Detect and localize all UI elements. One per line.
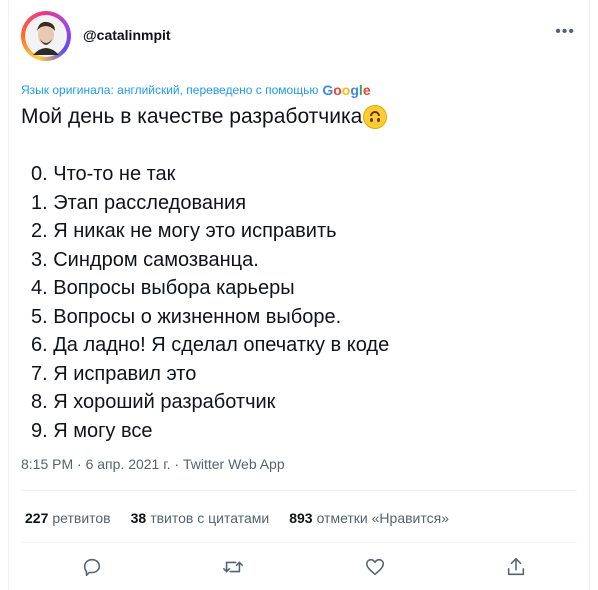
share-icon <box>507 557 525 576</box>
retweets-stat[interactable]: 227 ретвитов <box>25 510 111 526</box>
list-item: 3. Синдром самозванца. <box>31 248 259 271</box>
more-options-icon[interactable]: ••• <box>555 23 575 41</box>
list-item: 2. Я никак не могу это исправить <box>31 220 337 242</box>
retweet-button[interactable] <box>222 556 246 580</box>
tweet-list: 0. Что-то не так 1. Этап расследования 2… <box>31 160 389 445</box>
tweet-actions <box>9 556 589 580</box>
translation-note[interactable]: Язык оригинала: английский, переведено с… <box>21 82 371 98</box>
share-button[interactable] <box>505 556 529 580</box>
reply-icon <box>83 558 101 577</box>
tweet-stats: 227 ретвитов 38 твитов с цитатами 893 отмет… <box>25 510 449 526</box>
tweet-title: Мой день в качестве разработчика <box>21 104 388 130</box>
divider <box>21 490 577 491</box>
quotes-stat[interactable]: 38 твитов с цитатами <box>131 510 270 526</box>
tweet-card: @catalinmpit ••• Язык оригинала: английс… <box>8 0 590 590</box>
list-item: 9. Я могу все <box>31 419 153 442</box>
likes-stat[interactable]: 893 отметки «Нравится» <box>289 510 449 526</box>
retweets-count: 227 <box>25 510 49 526</box>
username[interactable]: @catalinmpit <box>83 27 171 43</box>
likes-label: отметки «Нравится» <box>316 510 449 526</box>
like-icon <box>365 558 385 576</box>
list-item: 6. Да ладно! Я сделал опечатку в коде <box>31 334 390 356</box>
list-item: 8. Я хороший разработчик <box>31 391 276 413</box>
retweet-icon <box>223 561 243 573</box>
list-item: 5. Вопросы о жизненном выборе. <box>31 305 342 328</box>
upside-down-face-emoji-icon <box>363 105 388 129</box>
google-logo: Google <box>322 82 371 98</box>
reply-button[interactable] <box>81 556 105 580</box>
avatar-portrait-icon <box>25 15 67 57</box>
list-item: 1. Этап расследования <box>31 191 247 214</box>
divider <box>21 542 577 543</box>
translation-text: Язык оригинала: английский, переведено с… <box>21 83 319 97</box>
list-item: 0. Что-то не так <box>31 163 176 185</box>
avatar[interactable] <box>21 11 71 61</box>
list-item: 4. Вопросы выбора карьеры <box>31 277 295 299</box>
list-item: 7. Я исправил это <box>31 362 197 385</box>
quotes-label: твитов с цитатами <box>150 510 270 526</box>
tweet-timestamp[interactable]: 8:15 PM · 6 апр. 2021 г. · Twitter Web A… <box>21 456 285 472</box>
tweet-title-text: Мой день в качестве разработчика <box>21 105 363 128</box>
like-button[interactable] <box>364 556 388 580</box>
tweet-header: @catalinmpit ••• <box>21 11 577 63</box>
quotes-count: 38 <box>130 510 147 526</box>
likes-count: 893 <box>289 510 313 526</box>
retweets-label: ретвитов <box>52 510 111 526</box>
